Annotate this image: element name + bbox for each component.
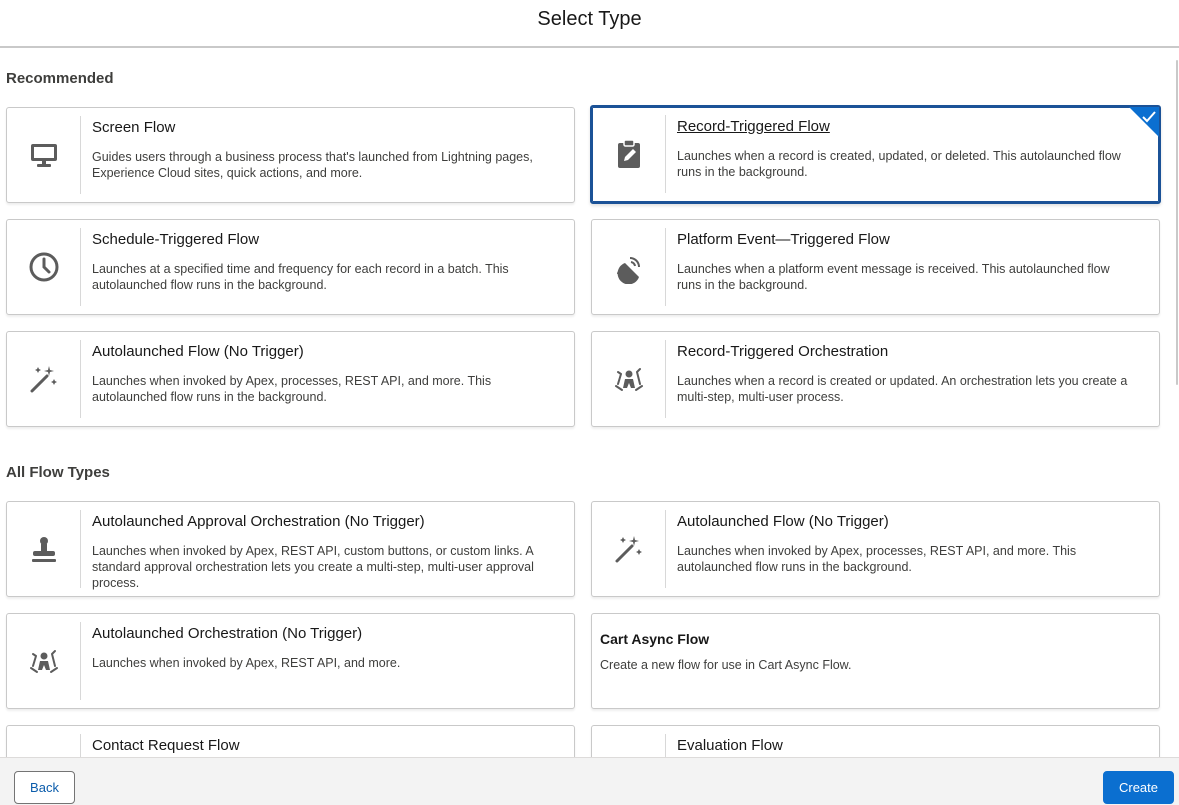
card-description: Launches when a platform event message i… (677, 262, 1110, 292)
card-title: Evaluation Flow (677, 737, 783, 754)
magic-wand-icon (7, 340, 81, 418)
orchestration-icon (592, 340, 666, 418)
section-title-recommended: Recommended (6, 70, 114, 87)
card-title: Autolaunched Approval Orchestration (No … (92, 513, 425, 530)
card-cart-async-flow[interactable]: Cart Async Flow Create a new flow for us… (591, 613, 1160, 709)
modal-header: Select Type (0, 0, 1179, 48)
card-title: Autolaunched Flow (No Trigger) (92, 343, 304, 360)
magic-wand-icon (592, 510, 666, 588)
card-screen-flow[interactable]: Screen Flow Guides users through a busin… (6, 107, 575, 203)
card-description: Guides users through a business process … (92, 150, 533, 180)
card-description: Launches when invoked by Apex, processes… (92, 374, 492, 404)
create-button[interactable]: Create (1103, 771, 1174, 804)
card-title: Schedule-Triggered Flow (92, 231, 260, 248)
card-contact-request-flow[interactable]: Contact Request Flow (6, 725, 575, 757)
card-autolaunched-orchestration[interactable]: Autolaunched Orchestration (No Trigger) … (6, 613, 575, 709)
back-button[interactable]: Back (14, 771, 75, 804)
scrollbar-thumb[interactable] (1176, 60, 1178, 385)
card-autolaunched-flow[interactable]: Autolaunched Flow (No Trigger) Launches … (591, 501, 1160, 597)
card-title: Cart Async Flow (600, 631, 710, 647)
card-record-triggered-orchestration[interactable]: Record-Triggered Orchestration Launches … (591, 331, 1160, 427)
card-title: Autolaunched Orchestration (No Trigger) (92, 625, 363, 642)
clock-icon (7, 228, 81, 306)
modal-title: Select Type (537, 7, 642, 30)
card-evaluation-flow[interactable]: Evaluation Flow (591, 725, 1160, 757)
stamp-icon (7, 510, 81, 588)
satellite-dish-icon (592, 228, 666, 306)
card-description: Launches when invoked by Apex, REST API,… (92, 544, 534, 590)
card-description: Launches at a specified time and frequen… (92, 262, 509, 292)
card-description: Launches when a record is created, updat… (677, 149, 1121, 179)
orchestration-icon (7, 622, 81, 700)
clipboard-edit-icon (592, 115, 666, 193)
card-title: Platform Event—Triggered Flow (677, 231, 890, 248)
card-icon-area (7, 734, 81, 757)
card-record-triggered-flow[interactable]: Record-Triggered Flow Launches when a re… (590, 105, 1161, 204)
modal-footer: Back Create (0, 757, 1179, 805)
card-title: Autolaunched Flow (No Trigger) (677, 513, 889, 530)
scrollbar[interactable] (1175, 50, 1179, 757)
flow-type-list[interactable]: Recommended Screen Flow Guides users thr… (0, 50, 1179, 757)
card-icon-area (592, 734, 666, 757)
section-title-all-flow-types: All Flow Types (6, 464, 110, 481)
card-autolaunched-approval-orchestration[interactable]: Autolaunched Approval Orchestration (No … (6, 501, 575, 597)
card-description: Launches when invoked by Apex, REST API,… (92, 656, 401, 670)
monitor-icon (7, 116, 81, 194)
card-title: Record-Triggered Flow (677, 118, 830, 135)
card-autolaunched-flow[interactable]: Autolaunched Flow (No Trigger) Launches … (6, 331, 575, 427)
card-description: Launches when a record is created or upd… (677, 374, 1128, 404)
card-title: Screen Flow (92, 119, 176, 136)
card-platform-event-triggered-flow[interactable]: Platform Event—Triggered Flow Launches w… (591, 219, 1160, 315)
selected-check-icon (1129, 107, 1159, 137)
card-title: Contact Request Flow (92, 737, 240, 754)
card-title: Record-Triggered Orchestration (677, 343, 889, 360)
card-schedule-triggered-flow[interactable]: Schedule-Triggered Flow Launches at a sp… (6, 219, 575, 315)
card-description: Launches when invoked by Apex, processes… (677, 544, 1077, 574)
card-description: Create a new flow for use in Cart Async … (600, 658, 852, 672)
